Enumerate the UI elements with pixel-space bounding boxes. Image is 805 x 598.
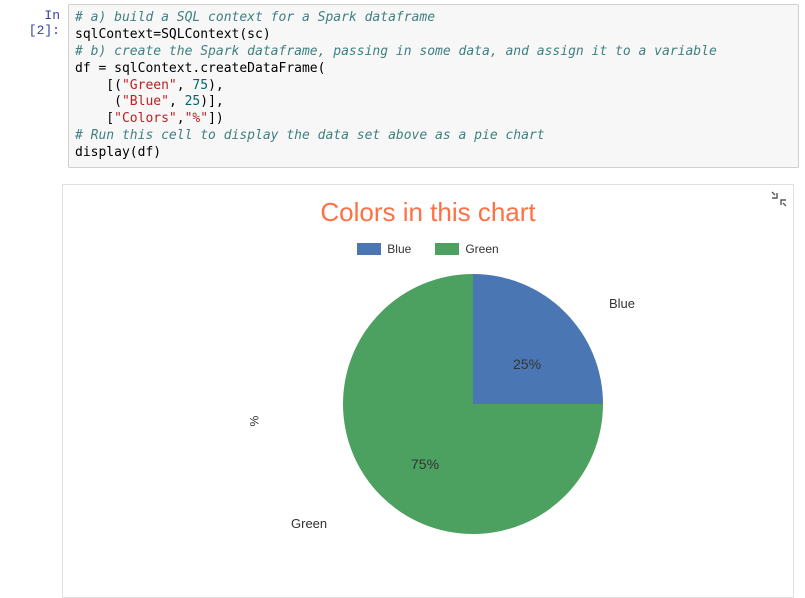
code-comment: # b) create the Spark dataframe, passing… — [75, 44, 717, 59]
legend-item-green[interactable]: Green — [435, 242, 498, 256]
code-comment: # Run this cell to display the data set … — [75, 128, 545, 143]
slice-pct-blue: 25% — [513, 356, 541, 372]
code-line: ["Colors","%"]) — [75, 111, 224, 126]
y-axis-label: % — [247, 416, 261, 427]
chart-card: Colors in this chart Blue Green % Blue G… — [62, 184, 794, 598]
legend-label: Blue — [387, 242, 411, 256]
chart-title: Colors in this chart — [63, 185, 793, 228]
code-line: ("Blue", 25)], — [75, 94, 224, 109]
code-line: sqlContext=SQLContext(sc) — [75, 27, 271, 42]
slice-label-blue: Blue — [609, 296, 635, 311]
code-line: df = sqlContext.createDataFrame( — [75, 61, 325, 76]
cell-prompt: In [2]: — [6, 4, 68, 168]
code-comment: # a) build a SQL context for a Spark dat… — [75, 10, 435, 25]
legend-item-blue[interactable]: Blue — [357, 242, 411, 256]
slice-label-green: Green — [291, 516, 327, 531]
chart-legend: Blue Green — [63, 242, 793, 256]
code-cell: In [2]: # a) build a SQL context for a S… — [0, 0, 805, 172]
cell-output: Colors in this chart Blue Green % Blue G… — [62, 180, 805, 598]
code-input[interactable]: # a) build a SQL context for a Spark dat… — [68, 4, 799, 168]
code-line: display(df) — [75, 145, 161, 160]
pie-area: % Blue Green 25% 75% — [63, 256, 793, 586]
legend-label: Green — [465, 242, 498, 256]
slice-pct-green: 75% — [411, 456, 439, 472]
swatch-icon — [357, 243, 381, 255]
collapse-icon[interactable] — [771, 191, 787, 207]
code-line: [("Green", 75), — [75, 78, 224, 93]
swatch-icon — [435, 243, 459, 255]
pie-chart[interactable] — [343, 274, 603, 534]
